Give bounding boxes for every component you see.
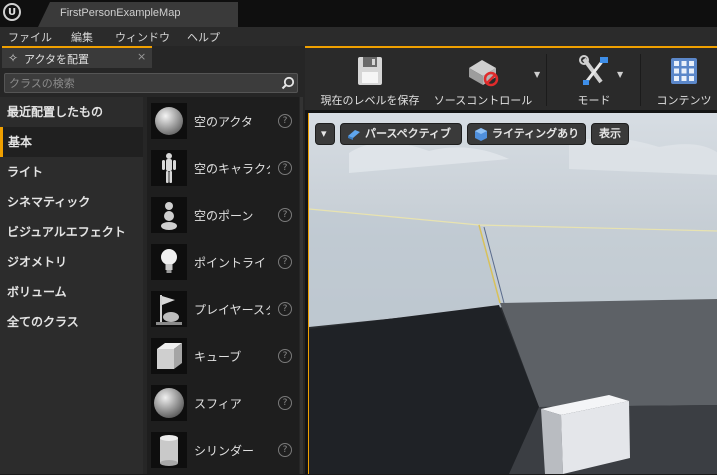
actor-item[interactable]: シリンダー ? — [147, 429, 299, 475]
actor-item-label: スフィア — [194, 397, 242, 411]
lighting-mode-label: ライティングあり — [492, 127, 580, 140]
chevron-down-icon: ▾ — [321, 127, 327, 140]
perspective-icon — [348, 130, 360, 140]
help-icon[interactable]: ? — [278, 349, 292, 363]
actor-item-label: 空のキャラクター — [194, 162, 270, 176]
show-label: 表示 — [599, 127, 621, 140]
category-all-classes[interactable]: 全てのクラス — [0, 307, 143, 337]
place-actors-icon: ✧ — [8, 51, 19, 65]
source-control-label: ソースコントロール — [433, 94, 533, 107]
category-basic[interactable]: 基本 — [0, 127, 143, 157]
close-tab-button[interactable]: × — [137, 50, 146, 63]
actor-item[interactable]: キューブ ? — [147, 335, 299, 381]
menu-file[interactable]: ファイル — [8, 29, 52, 45]
cylinder-icon — [151, 432, 187, 468]
document-tab[interactable]: FirstPersonExampleMap — [38, 2, 238, 27]
modes-label: モード — [577, 94, 611, 107]
menu-window[interactable]: ウィンドウ — [115, 29, 170, 45]
actor-item-label: ポイントライト — [194, 256, 270, 270]
save-level-label: 現在のレベルを保存 — [320, 94, 420, 107]
sphere-icon — [151, 103, 187, 139]
character-icon — [151, 150, 187, 186]
modes-button[interactable]: モード — [561, 52, 627, 108]
actor-item[interactable]: 空のアクタ ? — [147, 100, 299, 146]
toolbar-separator — [640, 54, 641, 106]
actor-item[interactable]: 空のキャラクター ? — [147, 147, 299, 193]
place-actors-panel: ✧ アクタを配置 × 最近配置したもの 基本 ライト シネマティック ビジュアル… — [0, 46, 305, 474]
content-grid-icon — [667, 54, 701, 88]
category-visual-effects[interactable]: ビジュアルエフェクト — [0, 217, 143, 247]
help-icon[interactable]: ? — [278, 161, 292, 175]
pawn-icon — [151, 197, 187, 233]
help-icon[interactable]: ? — [278, 114, 292, 128]
help-icon[interactable]: ? — [278, 443, 292, 457]
category-geometry[interactable]: ジオメトリ — [0, 247, 143, 277]
lightbulb-icon — [151, 244, 187, 280]
actor-item[interactable]: プレイヤースタート ? — [147, 288, 299, 334]
toolbar-separator — [546, 54, 547, 106]
category-cinematic[interactable]: シネマティック — [0, 187, 143, 217]
title-bar: U FirstPersonExampleMap — [0, 0, 717, 27]
player-start-icon — [151, 291, 187, 327]
perspective-label: パースペクティブ — [365, 127, 452, 140]
category-list: 最近配置したもの 基本 ライト シネマティック ビジュアルエフェクト ジオメトリ… — [0, 97, 143, 474]
unreal-logo-icon[interactable]: U — [3, 3, 21, 21]
actor-item-label: 空のアクタ — [194, 115, 253, 129]
help-icon[interactable]: ? — [278, 255, 292, 269]
place-actors-tab[interactable]: ✧ アクタを配置 × — [2, 46, 152, 68]
content-button[interactable]: コンテンツ — [651, 52, 717, 108]
source-control-dropdown-icon[interactable]: ▼ — [534, 70, 540, 79]
document-tab-label: FirstPersonExampleMap — [60, 7, 181, 19]
save-icon — [353, 54, 387, 88]
actor-item[interactable]: スフィア ? — [147, 382, 299, 428]
show-button[interactable]: 表示 — [591, 123, 629, 145]
class-search-input[interactable] — [7, 75, 281, 91]
actor-list: 空のアクタ ? 空のキャラクター ? 空のポーン ? ポイントライト ? — [147, 97, 299, 474]
level-viewport[interactable]: ▾ パースペクティブ ライティングあり 表示 — [308, 113, 717, 474]
actor-item[interactable]: ポイントライト ? — [147, 241, 299, 287]
source-control-button[interactable]: ソースコントロール — [431, 52, 535, 108]
modes-tools-icon — [577, 54, 611, 88]
category-recently-placed[interactable]: 最近配置したもの — [0, 97, 143, 127]
help-icon[interactable]: ? — [278, 302, 292, 316]
category-volumes[interactable]: ボリューム — [0, 277, 143, 307]
actor-item-label: キューブ — [194, 350, 242, 364]
lighting-mode-button[interactable]: ライティングあり — [467, 123, 586, 145]
actor-item-label: シリンダー — [194, 444, 255, 458]
modes-dropdown-icon[interactable]: ▼ — [617, 70, 623, 79]
perspective-button[interactable]: パースペクティブ — [340, 123, 462, 145]
menu-edit[interactable]: 編集 — [71, 29, 93, 45]
viewport-options-button[interactable]: ▾ — [315, 123, 335, 145]
menu-help[interactable]: ヘルプ — [187, 29, 220, 45]
help-icon[interactable]: ? — [278, 396, 292, 410]
search-icon[interactable] — [281, 76, 295, 90]
cube-icon — [151, 338, 187, 374]
viewport-scene — [309, 113, 717, 474]
sphere-icon — [151, 385, 187, 421]
main-toolbar: 現在のレベルを保存 ソースコントロール ▼ モード ▼ コンテンツ — [305, 46, 717, 110]
class-search-box — [4, 73, 298, 93]
editor-main: 現在のレベルを保存 ソースコントロール ▼ モード ▼ コンテンツ ▾ パースペ… — [305, 46, 717, 474]
content-label: コンテンツ — [656, 94, 712, 107]
place-actors-tab-label: アクタを配置 — [24, 53, 90, 66]
actor-item-label: 空のポーン — [194, 209, 254, 223]
save-level-button[interactable]: 現在のレベルを保存 — [313, 52, 427, 108]
source-control-icon — [466, 54, 500, 88]
category-lights[interactable]: ライト — [0, 157, 143, 187]
lit-sphere-icon — [475, 128, 487, 141]
help-icon[interactable]: ? — [278, 208, 292, 222]
menu-bar: ファイル 編集 ウィンドウ ヘルプ — [0, 27, 717, 46]
actor-item[interactable]: 空のポーン ? — [147, 194, 299, 240]
actor-list-scrollbar[interactable] — [300, 97, 303, 474]
actor-item-label: プレイヤースタート — [194, 303, 270, 317]
